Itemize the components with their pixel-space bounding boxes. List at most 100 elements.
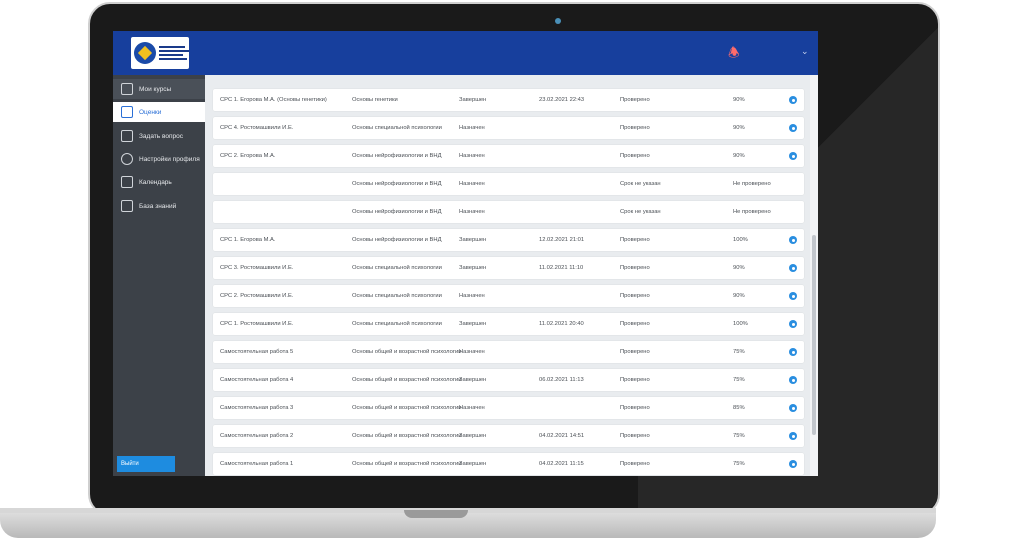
institute-logo[interactable] <box>131 37 189 69</box>
course-name: Основы общей и возрастной психологии <box>352 461 462 467</box>
eye-icon[interactable] <box>789 404 797 412</box>
sidebar-item-my-courses[interactable]: Мои курсы <box>113 79 205 99</box>
eye-icon[interactable] <box>789 432 797 440</box>
chevron-down-icon[interactable]: ⌄ <box>801 46 809 57</box>
assignment-status: Назначен <box>459 405 485 411</box>
eye-icon[interactable] <box>789 460 797 468</box>
exit-button[interactable]: Выйти <box>117 456 175 472</box>
table-row[interactable]: Самостоятельная работа 5 Основы общей и в… <box>213 341 804 363</box>
assignment-status: Завершен <box>459 461 487 467</box>
assignment-status: Завершен <box>459 237 487 243</box>
course-name: Основы общей и возрастной психологии <box>352 405 462 411</box>
work-name: СРС 4. Ростомашвили И.Е. <box>220 125 294 131</box>
table-row[interactable]: Самостоятельная работа 3 Основы общей и в… <box>213 397 804 419</box>
work-name: Самостоятельная работа 3 <box>220 405 294 411</box>
mail-icon <box>121 130 133 142</box>
work-name: СРС 1. Ростомашвили И.Е. <box>220 321 294 327</box>
eye-icon[interactable] <box>789 96 797 104</box>
assignment-status: Завершен <box>459 265 487 271</box>
eye-icon[interactable] <box>789 236 797 244</box>
laptop-notch <box>404 510 468 518</box>
course-name: Основы нейрофизиологии и ВНД <box>352 153 442 159</box>
course-name: Основы нейрофизиологии и ВНД <box>352 181 442 187</box>
table-row[interactable]: СРС 1. Егорова М.А. Основы нейрофизиологи… <box>213 229 804 251</box>
check-status: Проверено <box>620 97 650 103</box>
submission-date: 12.02.2021 21:01 <box>539 237 585 243</box>
bell-icon[interactable]: 🕭 <box>728 45 742 61</box>
table-row[interactable]: Самостоятельная работа 2 Основы общей и в… <box>213 425 804 447</box>
table-row[interactable]: СРС 2. Егорова М.А. Основы нейрофизиологи… <box>213 145 804 167</box>
table-row[interactable]: Основы нейрофизиологии и ВНД Назначен Срок… <box>213 201 804 223</box>
submission-date: 23.02.2021 22:43 <box>539 97 585 103</box>
table-row[interactable]: Самостоятельная работа 4 Основы общей и в… <box>213 369 804 391</box>
table-row[interactable]: СРС 4. Ростомашвили И.Е. Основы специальн… <box>213 117 804 139</box>
header-bar: 🕭 ⌄ <box>113 31 818 75</box>
table-row[interactable]: СРС 3. Ростомашвили И.Е. Основы специальн… <box>213 257 804 279</box>
submission-date: 11.02.2021 11:10 <box>539 265 584 271</box>
sidebar-item-profile-settings[interactable]: Настройки профиля <box>113 149 205 169</box>
check-status: Проверено <box>620 405 650 411</box>
check-status: Проверено <box>620 293 650 299</box>
grade-value: 90% <box>733 153 745 159</box>
vertical-scrollbar[interactable] <box>810 75 818 476</box>
course-name: Основы общей и возрастной психологии <box>352 349 462 355</box>
check-status: Проверено <box>620 265 650 271</box>
table-row[interactable]: Самостоятельная работа 1 Основы общей и в… <box>213 453 804 475</box>
table-row[interactable]: Основы нейрофизиологии и ВНД Назначен Срок… <box>213 173 804 195</box>
work-name: СРС 1. Егорова М.А. <box>220 237 276 243</box>
eye-icon[interactable] <box>789 124 797 132</box>
grade-value: 75% <box>733 377 745 383</box>
work-name: Самостоятельная работа 4 <box>220 377 294 383</box>
check-status: Проверено <box>620 433 650 439</box>
eye-icon[interactable] <box>789 376 797 384</box>
assignment-status: Назначен <box>459 349 485 355</box>
sidebar-item-grades[interactable]: Оценки <box>113 102 205 122</box>
sidebar: Мои курсы Оценки Задать вопрос Настройки… <box>113 75 205 476</box>
work-name: СРС 2. Егорова М.А. <box>220 153 276 159</box>
grade-value: 85% <box>733 405 745 411</box>
submission-date: 11.02.2021 20:40 <box>539 321 584 327</box>
eye-icon[interactable] <box>789 292 797 300</box>
courses-icon <box>121 83 133 95</box>
grade-value: 100% <box>733 237 748 243</box>
work-name: Самостоятельная работа 5 <box>220 349 294 355</box>
scrollbar-thumb[interactable] <box>812 235 816 435</box>
sidebar-item-label: База знаний <box>139 202 177 210</box>
grade-value: Не проверено <box>733 209 771 215</box>
table-row[interactable]: СРС 1. Ростомашвили И.Е. Основы специальн… <box>213 313 804 335</box>
assignment-status: Завершен <box>459 433 487 439</box>
grade-value: 75% <box>733 433 745 439</box>
table-row[interactable]: СРС 1. Егорова М.А. (Основы генетики) Осн… <box>213 89 804 111</box>
table-row[interactable]: СРС 2. Ростомашвили И.Е. Основы специальн… <box>213 285 804 307</box>
logo-seal <box>134 42 156 64</box>
course-name: Основы специальной психологии <box>352 321 442 327</box>
grade-value: 90% <box>733 293 745 299</box>
assignment-status: Завершен <box>459 377 487 383</box>
assignment-status: Завершен <box>459 97 487 103</box>
work-name: Самостоятельная работа 1 <box>220 461 294 467</box>
assignment-status: Назначен <box>459 209 485 215</box>
check-status: Проверено <box>620 237 650 243</box>
app-screen: 🕭 ⌄ Мои курсы Оценки Задать вопрос Настр… <box>113 31 818 476</box>
sidebar-item-label: Задать вопрос <box>139 132 183 140</box>
grade-value: Не проверено <box>733 181 771 187</box>
eye-icon[interactable] <box>789 320 797 328</box>
check-status: Проверено <box>620 377 650 383</box>
eye-icon[interactable] <box>789 264 797 272</box>
work-name: СРС 2. Ростомашвили И.Е. <box>220 293 294 299</box>
sidebar-item-knowledge-base[interactable]: База знаний <box>113 196 205 216</box>
course-name: Основы нейрофизиологии и ВНД <box>352 209 442 215</box>
sidebar-item-label: Календарь <box>139 178 172 186</box>
check-status: Проверено <box>620 349 650 355</box>
eye-icon[interactable] <box>789 152 797 160</box>
course-name: Основы специальной психологии <box>352 125 442 131</box>
sidebar-item-ask-question[interactable]: Задать вопрос <box>113 126 205 146</box>
book-icon <box>121 200 133 212</box>
assignment-status: Назначен <box>459 293 485 299</box>
laptop-base-edge <box>0 508 936 513</box>
course-name: Основы общей и возрастной психологии <box>352 377 462 383</box>
assignment-status: Завершен <box>459 321 487 327</box>
eye-icon[interactable] <box>789 348 797 356</box>
sidebar-item-calendar[interactable]: Календарь <box>113 172 205 192</box>
course-name: Основы специальной психологии <box>352 265 442 271</box>
